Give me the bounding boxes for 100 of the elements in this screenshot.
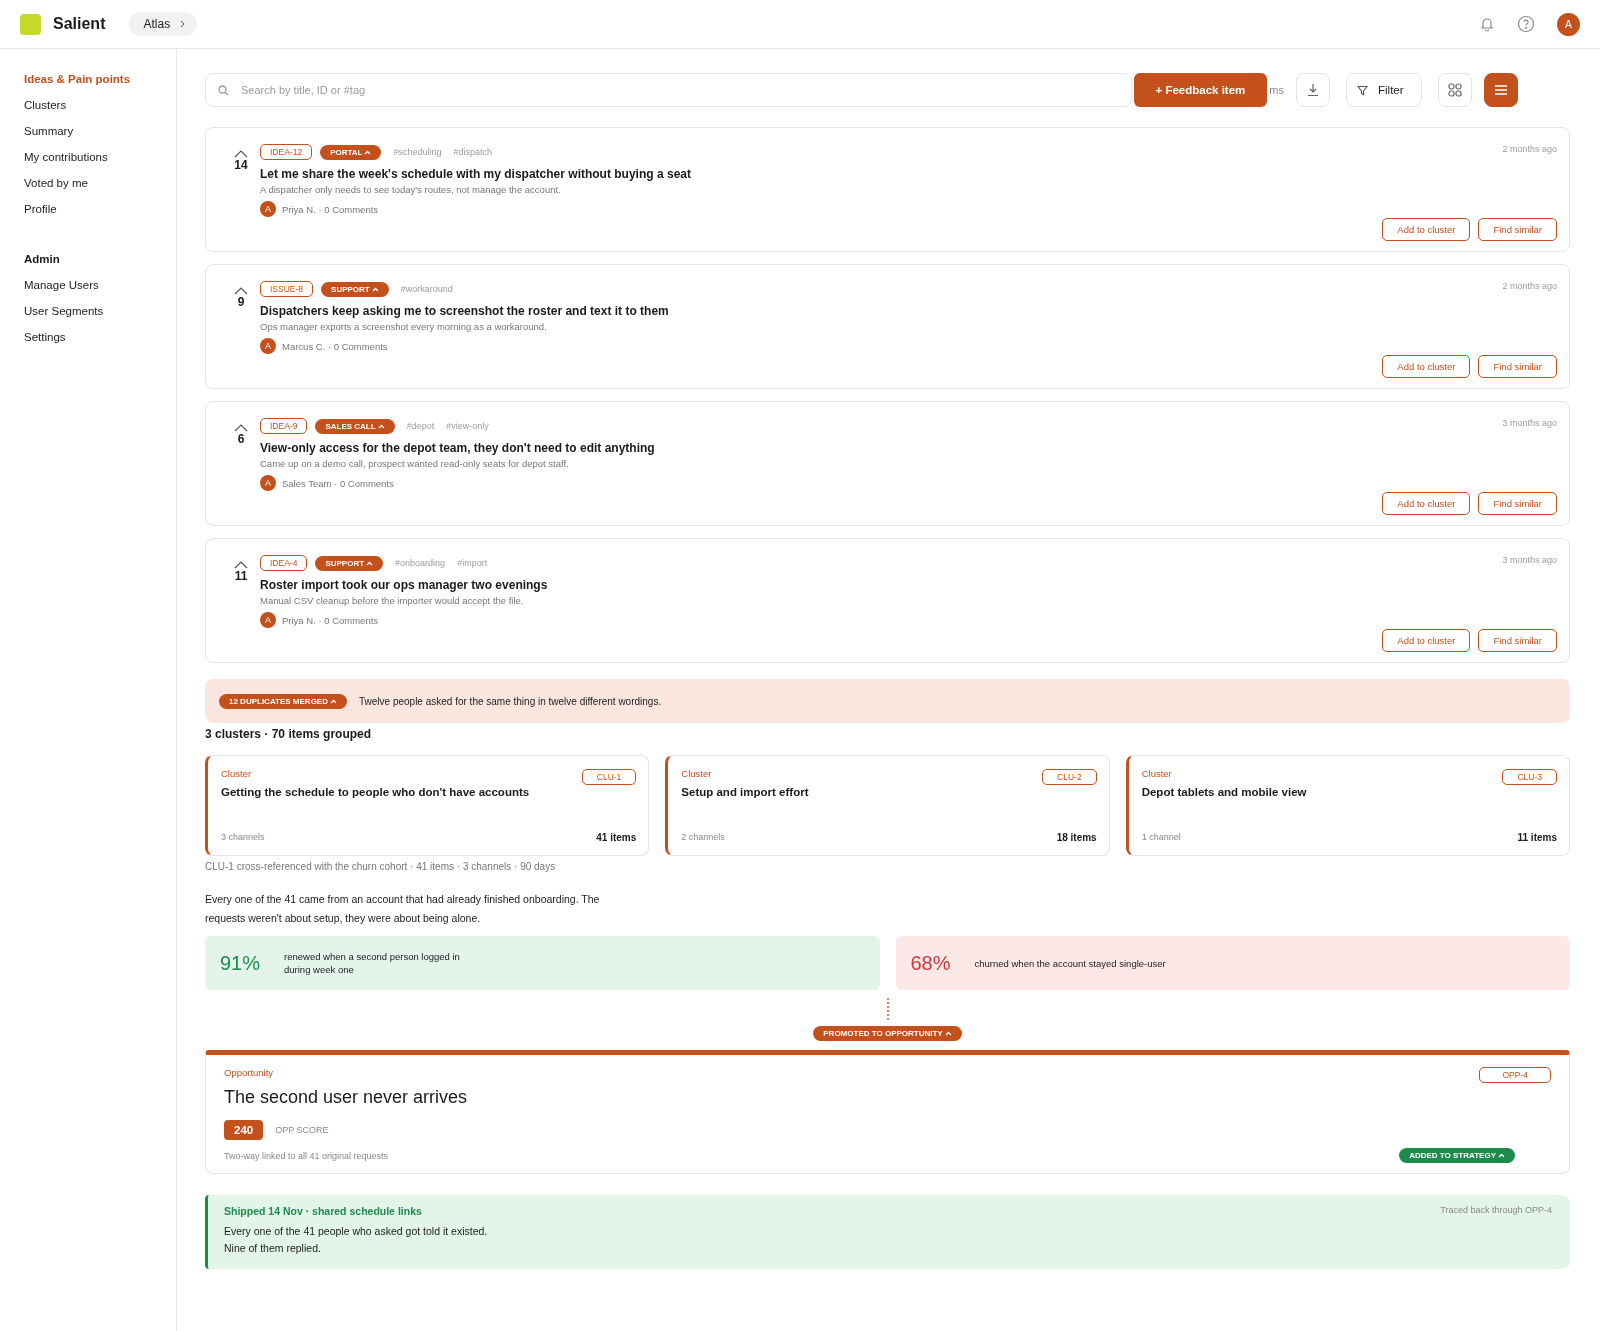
timestamp: 2 months ago	[1502, 144, 1557, 154]
logo-icon	[20, 13, 41, 35]
item-title[interactable]: Roster import took our ops manager two evenings	[260, 578, 1383, 592]
cluster-title: Depot tablets and mobile view	[1141, 786, 1308, 798]
stat-text: churned when the account stayed single-user	[974, 956, 1166, 970]
item-count: 18 items	[1056, 832, 1097, 843]
source-badge: SUPPORT	[321, 281, 389, 297]
upvote-icon[interactable]	[234, 561, 248, 569]
action-button[interactable]: Find similar	[1478, 355, 1557, 378]
source-badge: PORTAL	[320, 144, 382, 160]
hashtag[interactable]: #scheduling	[393, 147, 442, 157]
stat-value: 91%	[220, 951, 261, 975]
cluster-card[interactable]: Cluster CLU-1 Getting the schedule to people who don't have accounts 3 channels 41 items	[205, 755, 650, 856]
item-title[interactable]: Dispatchers keep asking me to screenshot the roster and text it to them	[260, 304, 1383, 318]
item-description: Manual CSV cleanup before the importer would accept the file.	[260, 595, 525, 606]
chevron-right-icon	[180, 20, 186, 28]
hashtag[interactable]: #dispatch	[453, 147, 492, 157]
hashtag[interactable]: #onboarding	[395, 558, 446, 568]
sidebar-item[interactable]: User Segments	[24, 298, 176, 324]
sidebar-item[interactable]: My contributions	[24, 144, 176, 170]
source-badge: SALES CALL	[315, 418, 395, 434]
menu-icon	[1494, 84, 1508, 96]
sidebar-item[interactable]: Settings	[24, 324, 176, 350]
sidebar-item[interactable]: Clusters	[24, 92, 176, 118]
filter-button[interactable]: Filter	[1346, 73, 1422, 107]
duplicates-badge[interactable]: 12 DUPLICATES MERGED	[219, 693, 347, 709]
item-description: Ops manager exports a screenshot every morning as a workaround.	[260, 321, 548, 332]
author-avatar: A	[260, 338, 276, 354]
search-bar[interactable]: Search by title, ID or #tag	[205, 73, 1132, 107]
cluster-label: Cluster	[681, 768, 712, 779]
user-avatar[interactable]: A	[1557, 12, 1580, 36]
cross-reference-note: CLU-1 cross-referenced with the churn cohort · 41 items · 3 channels · 90 days	[205, 861, 557, 872]
promoted-badge[interactable]: PROMOTED TO OPPORTUNITY	[813, 1026, 962, 1041]
shipped-title: Shipped 14 Nov · shared schedule links	[224, 1205, 422, 1217]
grid-view-button[interactable]	[1438, 73, 1472, 107]
author-avatar: A	[260, 475, 276, 491]
vote-count: 11	[234, 569, 248, 583]
link-note: Two-way linked to all 41 original requests	[224, 1150, 389, 1161]
item-meta: Marcus C. · 0 Comments	[282, 340, 388, 352]
item-meta: Priya N. · 0 Comments	[282, 614, 379, 626]
cluster-label: Cluster	[221, 768, 252, 779]
shipped-text: Every one of the 41 people who asked got told it existed.	[224, 1225, 489, 1237]
action-button[interactable]: Add to cluster	[1382, 218, 1471, 241]
download-button[interactable]	[1296, 73, 1330, 107]
action-button[interactable]: Add to cluster	[1382, 492, 1471, 515]
bell-icon[interactable]	[1479, 16, 1495, 32]
opportunity-score: 240	[224, 1120, 264, 1140]
stat-text: renewed when a second person logged in during week one	[284, 950, 461, 976]
hashtag[interactable]: #view-only	[446, 421, 489, 431]
hashtag[interactable]: #workaround	[400, 284, 453, 294]
channel-count: 2 channels	[681, 832, 725, 843]
item-id: ISSUE-8	[260, 281, 314, 297]
upvote-icon[interactable]	[234, 287, 248, 295]
action-button[interactable]: Add to cluster	[1382, 629, 1471, 652]
action-button[interactable]: Find similar	[1478, 492, 1557, 515]
trace-note: Traced back through OPP-4	[1440, 1205, 1552, 1217]
upvote-icon[interactable]	[234, 424, 248, 432]
item-id: IDEA-4	[260, 555, 308, 571]
sidebar-item[interactable]: Manage Users	[24, 272, 176, 298]
cluster-label: Cluster	[1141, 768, 1172, 779]
hashtag[interactable]: #depot	[406, 421, 435, 431]
cluster-id: CLU-3	[1502, 769, 1557, 785]
action-button[interactable]: Add to cluster	[1382, 355, 1471, 378]
strategy-badge[interactable]: ADDED TO STRATEGY	[1399, 1148, 1515, 1163]
cluster-card[interactable]: Cluster CLU-3 Depot tablets and mobile view 1 channel 11 items	[1125, 755, 1570, 856]
chevron-up-icon	[330, 698, 337, 704]
vote-count: 6	[237, 432, 245, 446]
score-label: OPP SCORE	[275, 1125, 329, 1135]
list-view-button[interactable]	[1484, 73, 1518, 107]
hashtag[interactable]: #import	[457, 558, 488, 568]
chevron-up-icon	[1498, 1153, 1505, 1158]
channel-count: 3 channels	[221, 832, 265, 843]
source-badge: SUPPORT	[315, 555, 384, 571]
workspace-button[interactable]: Atlas	[129, 12, 198, 36]
vote-count: 14	[234, 158, 248, 172]
action-button[interactable]: Find similar	[1478, 218, 1557, 241]
chevron-up-icon	[377, 423, 385, 429]
timestamp: 3 months ago	[1502, 418, 1557, 428]
search-icon	[218, 84, 229, 96]
item-count: 11 items	[1517, 832, 1557, 843]
channel-count: 1 channel	[1141, 832, 1181, 843]
chevron-up-icon	[371, 286, 379, 292]
action-button[interactable]: Find similar	[1478, 629, 1557, 652]
item-title[interactable]: Let me share the week's schedule with my dispatcher without buying a seat	[260, 167, 1383, 181]
shipped-text: Nine of them replied.	[224, 1242, 322, 1254]
opportunity-id: OPP-4	[1479, 1067, 1551, 1083]
sidebar-item[interactable]: Summary	[24, 118, 176, 144]
add-feedback-button[interactable]: + Feedback item	[1133, 73, 1268, 107]
cluster-card[interactable]: Cluster CLU-2 Setup and import effort 2 channels 18 items	[665, 755, 1110, 856]
item-title[interactable]: View-only access for the depot team, they don't need to edit anything	[260, 441, 1383, 455]
item-id: IDEA-12	[260, 144, 313, 160]
item-meta: Sales Team · 0 Comments	[282, 477, 394, 489]
stat-value: 68%	[910, 951, 951, 975]
sidebar-item[interactable]: Profile	[24, 196, 176, 222]
upvote-icon[interactable]	[234, 150, 248, 158]
filter-icon	[1357, 84, 1368, 96]
sidebar-item[interactable]: Voted by me	[24, 170, 176, 196]
sidebar-item[interactable]: Ideas & Pain points	[24, 66, 176, 92]
help-icon[interactable]	[1517, 15, 1535, 33]
cluster-title: Getting the schedule to people who don't have accounts	[221, 786, 531, 798]
